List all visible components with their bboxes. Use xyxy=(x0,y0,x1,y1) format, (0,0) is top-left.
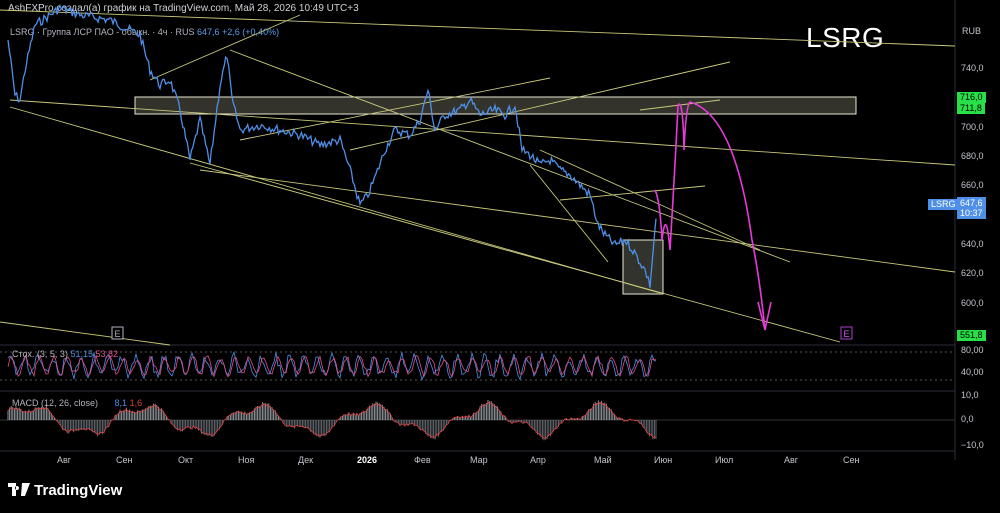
price-tick[interactable]: 740,0 xyxy=(961,63,984,73)
projection-arrowhead[interactable] xyxy=(757,301,772,331)
price-tag-716[interactable]: 716,0 xyxy=(957,92,986,103)
time-tick[interactable]: Авг xyxy=(784,455,798,465)
trendline[interactable] xyxy=(229,49,791,263)
current-price-tag[interactable]: 647,6 10:37 xyxy=(957,197,986,219)
macd-value: 8,1 xyxy=(114,398,128,408)
time-tick-year[interactable]: 2026 xyxy=(357,455,377,465)
bar-countdown: 10:37 xyxy=(960,208,983,218)
trendline[interactable] xyxy=(529,164,609,263)
macd-tick[interactable]: −10,0 xyxy=(961,440,984,450)
price-tick[interactable]: 640,0 xyxy=(961,239,984,249)
macd-tick[interactable]: 0,0 xyxy=(961,414,974,424)
time-tick[interactable]: Окт xyxy=(178,455,193,465)
price-tick[interactable]: 620,0 xyxy=(961,268,984,278)
current-symbol-tag[interactable]: LSRG xyxy=(928,199,959,210)
macd-tick[interactable]: 10,0 xyxy=(961,390,979,400)
tradingview-logo: TradingView xyxy=(8,482,122,500)
time-tick[interactable]: Сен xyxy=(843,455,859,465)
price-tag-551[interactable]: 551,8 xyxy=(957,330,986,341)
time-tick[interactable]: Фев xyxy=(414,455,431,465)
time-tick[interactable]: Мар xyxy=(470,455,488,465)
macd-title: MACD (12, 26, close) xyxy=(12,398,99,408)
stoch-d-value: 53,82 xyxy=(95,349,119,359)
price-tick[interactable]: 600,0 xyxy=(961,298,984,308)
macd-signal-value: 1,6 xyxy=(129,398,143,408)
price-tick[interactable]: 660,0 xyxy=(961,180,984,190)
time-tick[interactable]: Май xyxy=(594,455,612,465)
event-marker-label: E xyxy=(115,329,121,339)
price-tick[interactable]: 700,0 xyxy=(961,122,984,132)
stoch-title: Стох. (3, 5, 3) xyxy=(12,349,68,359)
stoch-legend[interactable]: Стох. (3, 5, 3) 51,15 53,82 xyxy=(12,349,118,359)
trendline[interactable] xyxy=(559,185,706,201)
tradingview-logo-text: TradingView xyxy=(34,482,123,499)
trendline[interactable] xyxy=(0,321,171,346)
chart-canvas[interactable]: E E xyxy=(0,0,1000,513)
stoch-tick[interactable]: 40,00 xyxy=(961,367,984,377)
price-tag-711[interactable]: 711,8 xyxy=(957,103,985,114)
time-tick[interactable]: Сен xyxy=(116,455,132,465)
chart-window: AshFXPro создал(а) график на TradingView… xyxy=(0,0,1000,513)
trendline[interactable] xyxy=(149,14,301,81)
time-tick[interactable]: Дек xyxy=(298,455,313,465)
time-tick[interactable]: Июл xyxy=(715,455,733,465)
time-tick[interactable]: Авг xyxy=(57,455,71,465)
trendline[interactable] xyxy=(539,149,761,251)
trendlines[interactable] xyxy=(0,9,956,346)
tradingview-logo-icon xyxy=(8,482,30,500)
event-marker-label: E xyxy=(844,329,850,339)
macd-legend[interactable]: MACD (12, 26, close) 8,1 1,6 xyxy=(12,398,142,408)
stoch-k-value: 51,15 xyxy=(70,349,93,359)
stoch-tick[interactable]: 80,00 xyxy=(961,345,984,355)
time-tick[interactable]: Апр xyxy=(530,455,546,465)
price-tick[interactable]: 680,0 xyxy=(961,151,984,161)
price-series-line[interactable] xyxy=(7,4,657,288)
time-tick[interactable]: Июн xyxy=(654,455,672,465)
time-tick[interactable]: Ноя xyxy=(238,455,254,465)
trendline[interactable] xyxy=(199,169,956,273)
current-price: 647,6 xyxy=(960,198,983,208)
